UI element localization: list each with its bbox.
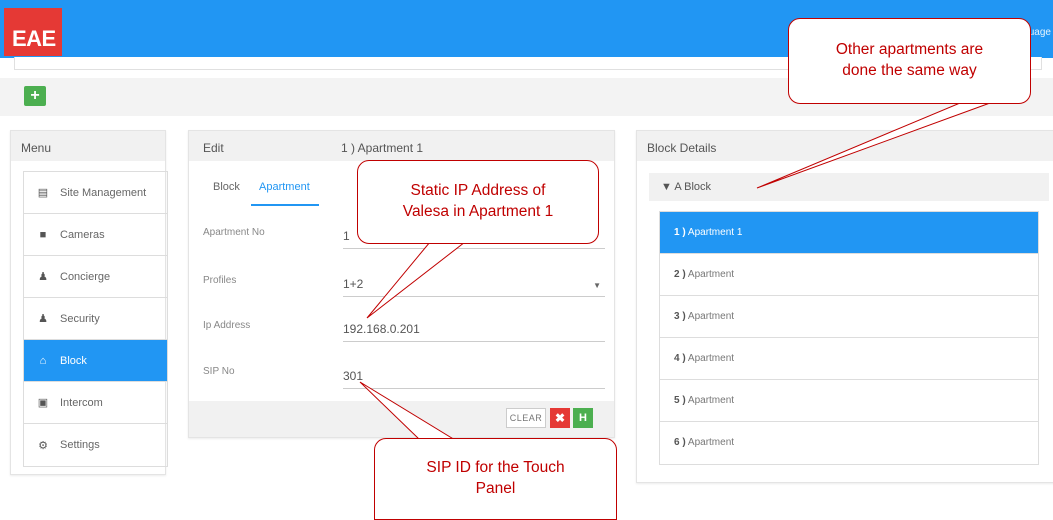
pointer-other-apartments: [756, 102, 991, 189]
callout-line: SIP ID for the Touch: [426, 459, 565, 477]
callout-static-ip: Static IP Address of Valesa in Apartment …: [357, 160, 599, 244]
callout-line: Panel: [475, 480, 516, 497]
callout-line: Other apartments are: [835, 41, 984, 59]
callout-line: Static IP Address of: [410, 182, 546, 200]
callout-line: done the same way: [842, 62, 977, 79]
callout-line: Valesa in Apartment 1: [402, 203, 554, 220]
pointer-static-ip: [366, 241, 467, 319]
callout-sip-id: SIP ID for the Touch Panel: [374, 438, 617, 520]
pointer-sip-id: [359, 381, 457, 441]
callout-other-apartments: Other apartments are done the same way: [788, 18, 1031, 104]
